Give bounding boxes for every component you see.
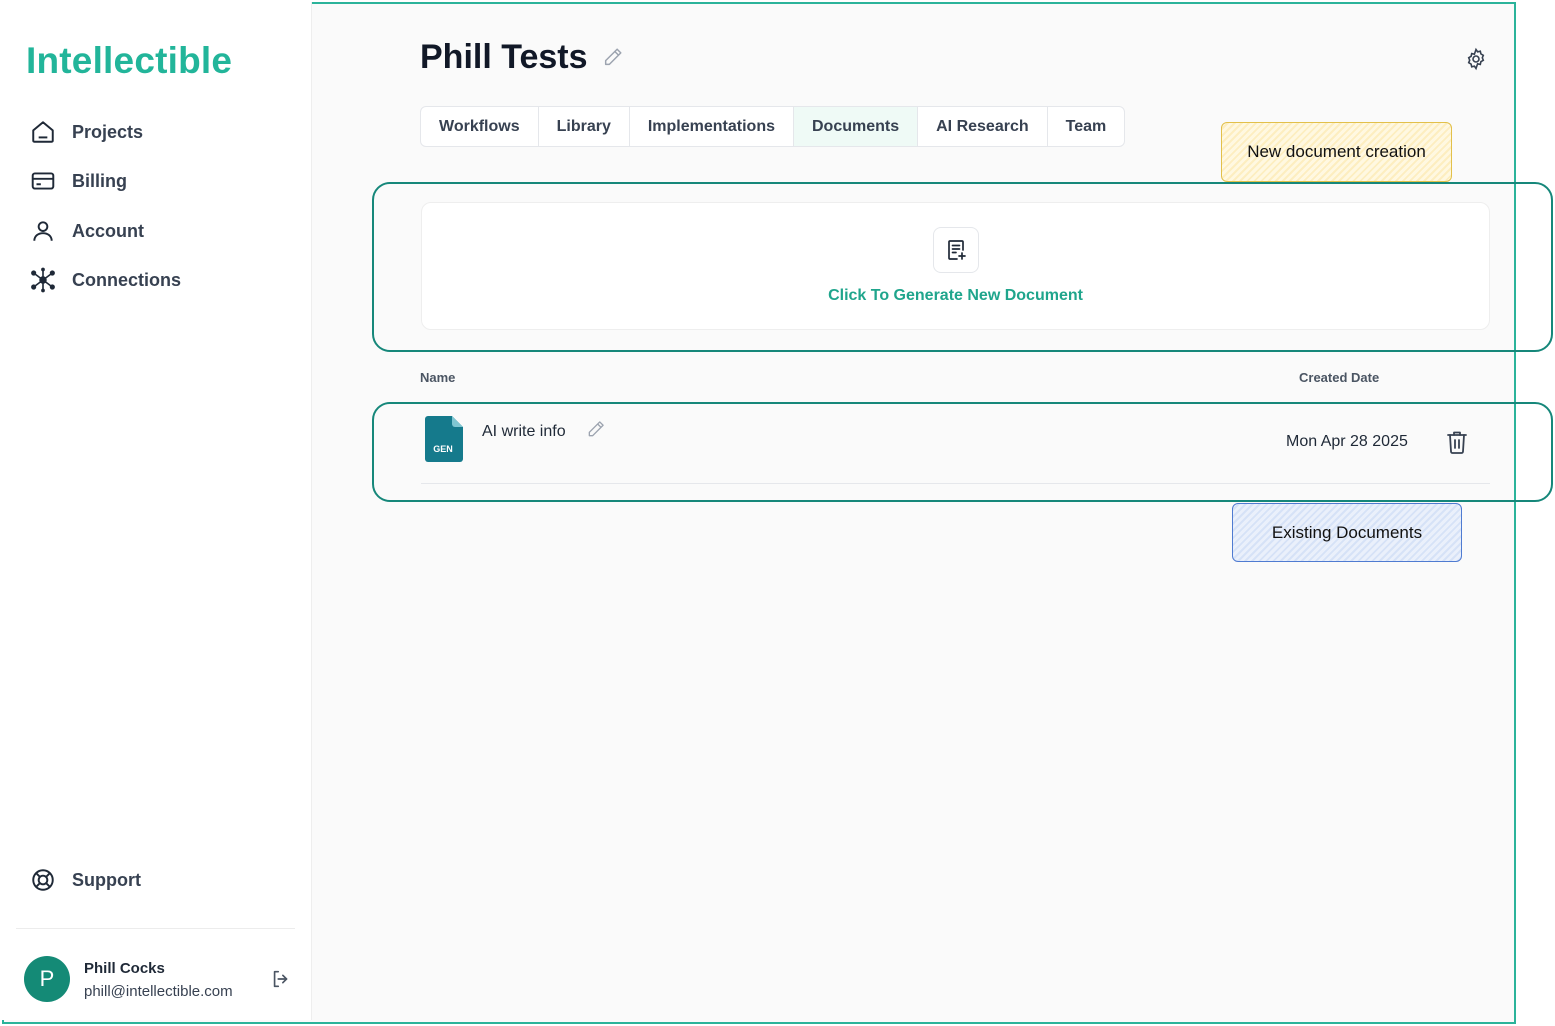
generate-new-document-label: Click To Generate New Document [828, 287, 1083, 304]
sidebar-item-projects[interactable]: Projects [28, 114, 288, 150]
tab-ai-research[interactable]: AI Research [918, 107, 1048, 146]
sidebar-item-connections[interactable]: Connections [28, 262, 288, 298]
tab-library[interactable]: Library [539, 107, 630, 146]
column-header-name[interactable]: Name [420, 370, 455, 385]
document-add-icon [933, 227, 979, 273]
file-doc-icon: GEN [425, 416, 463, 462]
sidebar-item-account[interactable]: Account [28, 213, 288, 249]
user-email: phill@intellectible.com [84, 983, 233, 1000]
table-row[interactable]: GEN AI write info Mon Apr 28 2025 [421, 404, 1490, 484]
sidebar-item-billing[interactable]: Billing [28, 163, 288, 199]
edit-document-pencil-icon[interactable] [586, 419, 608, 441]
generate-new-document-button[interactable]: Click To Generate New Document [421, 202, 1490, 330]
page-title: Phill Tests [420, 38, 588, 76]
settings-gear-icon[interactable] [1464, 47, 1488, 71]
sidebar-item-label: Billing [72, 170, 127, 191]
document-name[interactable]: AI write info [482, 423, 566, 441]
tab-implementations[interactable]: Implementations [630, 107, 794, 146]
trash-icon[interactable] [1445, 429, 1471, 457]
sidebar: Intellectible Projects Billing Account C… [2, 2, 312, 1020]
user-name: Phill Cocks [84, 960, 165, 977]
sidebar-divider [16, 928, 295, 929]
sidebar-item-label: Account [72, 220, 144, 241]
annotation-new-document-creation: New document creation [1221, 122, 1452, 182]
app-logo[interactable]: Intellectible [26, 40, 232, 82]
document-created-date: Mon Apr 28 2025 [1286, 433, 1408, 450]
column-header-created-date[interactable]: Created Date [1299, 370, 1379, 385]
avatar[interactable]: P [24, 956, 70, 1002]
home-icon [28, 117, 58, 147]
edit-title-pencil-icon[interactable] [602, 46, 626, 70]
tab-workflows[interactable]: Workflows [421, 107, 539, 146]
tab-documents[interactable]: Documents [794, 107, 919, 146]
file-badge-text: GEN [433, 444, 453, 454]
annotation-existing-documents: Existing Documents [1232, 503, 1462, 562]
logout-icon[interactable] [270, 968, 294, 992]
project-tabs: Workflows Library Implementations Docume… [420, 106, 1126, 147]
lifebuoy-icon [28, 865, 58, 895]
sidebar-item-label: Support [72, 869, 141, 890]
user-icon [28, 216, 58, 246]
credit-card-icon [28, 166, 58, 196]
sidebar-item-label: Connections [72, 269, 182, 290]
sidebar-item-label: Projects [72, 121, 144, 142]
tab-team[interactable]: Team [1048, 107, 1125, 146]
sidebar-item-support[interactable]: Support [28, 862, 288, 898]
network-icon [28, 265, 58, 295]
